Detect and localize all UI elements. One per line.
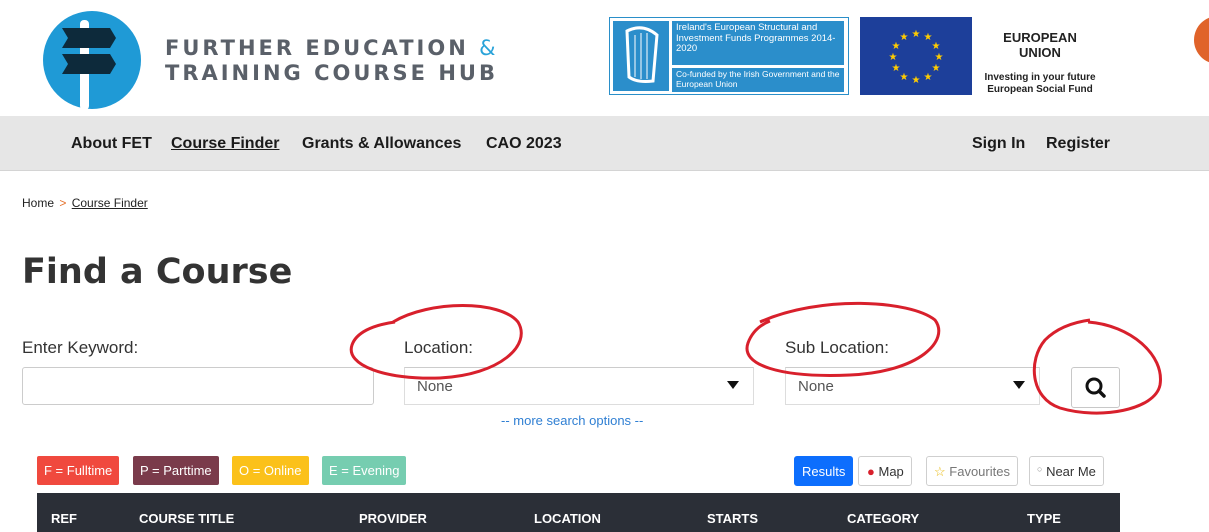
near-me-button-label: Near Me (1046, 464, 1096, 479)
col-starts[interactable]: STARTS (707, 511, 758, 526)
caret-down-icon (727, 381, 739, 389)
more-search-options-link[interactable]: -- more search options -- (501, 413, 643, 428)
eu-sub1: Investing in your future (984, 72, 1096, 83)
favourites-button-label: Favourites (949, 464, 1010, 479)
eu-funds-text: Ireland's European Structural and Invest… (672, 21, 844, 65)
svg-text:★: ★ (932, 63, 941, 74)
nav-course-finder[interactable]: Course Finder (171, 135, 279, 153)
svg-text:★: ★ (924, 72, 933, 83)
harp-icon (613, 21, 669, 91)
page-title: Find a Course (22, 252, 293, 292)
location-select[interactable]: None (404, 367, 754, 405)
svg-text:★: ★ (900, 32, 909, 43)
legend-parttime: P = Parttime (133, 456, 219, 485)
eu-flag-icon: ★ ★★ ★★★ ★★★ ★★★ (860, 17, 972, 95)
sign-in-link[interactable]: Sign In (972, 135, 1025, 153)
sublocation-label: Sub Location: (785, 338, 889, 357)
breadcrumb: Home > Course Finder (22, 196, 148, 210)
keyword-input[interactable] (22, 367, 374, 405)
svg-text:★: ★ (935, 52, 944, 63)
map-pin-icon: ● (867, 464, 875, 479)
svg-text:★: ★ (889, 52, 898, 63)
sublocation-select[interactable]: None (785, 367, 1040, 405)
svg-text:★: ★ (892, 63, 901, 74)
eu-label: EUROPEAN UNION Investing in your future E… (981, 30, 1099, 96)
fet-logo[interactable] (42, 10, 152, 110)
search-icon (1085, 377, 1106, 398)
svg-text:★: ★ (932, 41, 941, 52)
register-link[interactable]: Register (1046, 135, 1110, 153)
keyword-label: Enter Keyword: (22, 338, 139, 357)
nav-cao-2023[interactable]: CAO 2023 (486, 135, 562, 153)
col-ref[interactable]: REF (51, 511, 77, 526)
col-location[interactable]: LOCATION (534, 511, 601, 526)
svg-text:★: ★ (912, 29, 921, 40)
location-dot-icon: ○ (1037, 464, 1043, 474)
brand-line1: FURTHER EDUCATION (165, 36, 469, 60)
eu-sub2: European Social Fund (987, 84, 1093, 95)
legend-online: O = Online (232, 456, 309, 485)
map-button-label: Map (878, 464, 904, 479)
eu-cofunded-text: Co-funded by the Irish Government and th… (672, 68, 844, 92)
favourites-button[interactable]: ☆ Favourites (926, 456, 1018, 486)
brand-title: FURTHER EDUCATION & TRAINING COURSE HUB (165, 36, 498, 86)
brand-line2: TRAINING COURSE HUB (165, 61, 498, 85)
svg-text:★: ★ (900, 72, 909, 83)
search-button[interactable] (1071, 367, 1120, 408)
col-provider[interactable]: PROVIDER (359, 511, 427, 526)
col-category[interactable]: CATEGORY (847, 511, 919, 526)
breadcrumb-current[interactable]: Course Finder (72, 196, 148, 210)
near-me-button[interactable]: ○ Near Me (1029, 456, 1104, 486)
eu-title: EUROPEAN UNION (1003, 30, 1077, 60)
eu-funds-logo: Ireland's European Structural and Invest… (609, 17, 849, 95)
breadcrumb-separator: > (59, 196, 67, 210)
user-avatar[interactable] (1194, 16, 1209, 64)
map-button[interactable]: ● Map (858, 456, 912, 486)
nav-grants-allowances[interactable]: Grants & Allowances (302, 135, 461, 153)
svg-text:★: ★ (912, 75, 921, 86)
results-table-header: REF COURSE TITLE PROVIDER LOCATION START… (37, 493, 1120, 532)
brand-amp: & (479, 36, 499, 60)
legend-fulltime: F = Fulltime (37, 456, 120, 485)
results-button[interactable]: Results (794, 456, 854, 486)
sublocation-value: None (798, 378, 834, 395)
star-icon: ☆ (934, 464, 946, 479)
legend-evening: E = Evening (322, 456, 407, 485)
breadcrumb-home[interactable]: Home (22, 196, 54, 210)
col-type[interactable]: TYPE (1027, 511, 1061, 526)
caret-down-icon (1013, 381, 1025, 389)
col-course-title[interactable]: COURSE TITLE (139, 511, 234, 526)
main-nav: About FET Course Finder Grants & Allowan… (0, 116, 1209, 171)
location-value: None (417, 378, 453, 395)
nav-about-fet[interactable]: About FET (71, 135, 152, 153)
location-label: Location: (404, 338, 473, 357)
